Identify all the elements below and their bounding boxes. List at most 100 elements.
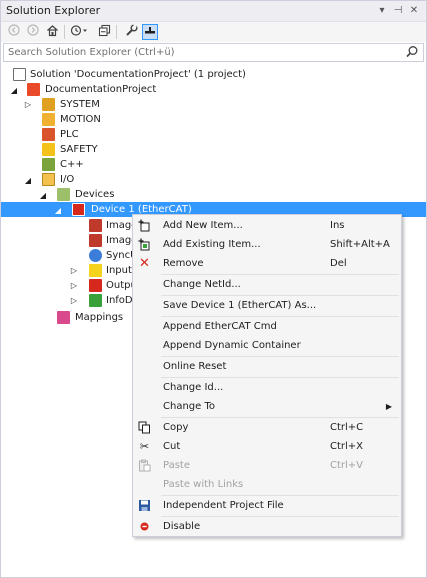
tree-node-devices[interactable]: ◢ Devices [1,187,421,202]
tree-node-label: PLC [60,129,79,140]
tree-node-label: C++ [60,159,84,170]
inputs-icon [89,264,102,277]
expanded-arrow-icon[interactable]: ◢ [53,203,63,218]
menu-item-label: Change To [163,401,215,412]
menu-item-add-existing-item[interactable]: Add Existing Item... Shift+Alt+A [134,235,400,254]
home-icon[interactable] [44,24,60,40]
tree-node-safety[interactable]: SAFETY [1,142,421,157]
collapsed-arrow-icon[interactable]: ▷ [69,278,79,293]
menu-item-paste[interactable]: Paste Ctrl+V [134,456,400,475]
forward-icon[interactable] [25,24,41,40]
menu-item-change-id[interactable]: Change Id... [134,378,400,397]
menu-item-change-netid[interactable]: Change NetId... [134,275,400,294]
menu-item-remove[interactable]: ✕ Remove Del [134,254,400,273]
tree-node-plc[interactable]: PLC [1,127,421,142]
menu-item-shortcut: Ins [330,220,345,231]
project-icon [27,83,40,96]
tree-node-label: Solution 'DocumentationProject' (1 proje… [30,69,246,80]
menu-item-append-dynamic-container[interactable]: Append Dynamic Container [134,336,400,355]
menu-item-independent-project-file[interactable]: Independent Project File [134,496,400,515]
mappings-icon [57,311,70,324]
menu-item-label: Remove [163,258,204,269]
collapse-all-icon[interactable] [96,24,112,40]
paste-icon [138,459,151,472]
outputs-icon [89,279,102,292]
menu-item-label: Append Dynamic Container [163,340,301,351]
tree-node-label: DocumentationProject [45,84,157,95]
disable-icon [138,520,151,533]
context-menu: Add New Item... Ins Add Existing Item...… [132,214,402,537]
tree-node-label: I/O [60,174,75,185]
search-box [3,43,424,62]
menu-item-copy[interactable]: Copy Ctrl+C [134,418,400,437]
tree-node-label: SYSTEM [60,99,100,110]
search-input[interactable] [4,44,399,61]
collapsed-arrow-icon[interactable]: ▷ [69,293,79,308]
devices-icon [57,188,70,201]
expanded-arrow-icon[interactable]: ◢ [23,173,33,188]
toolbar [1,22,426,42]
menu-item-label: Disable [163,521,201,532]
menu-item-paste-with-links[interactable]: Paste with Links [134,475,400,494]
menu-item-shortcut: Shift+Alt+A [330,239,390,250]
tree-node-io[interactable]: ◢ I/O [1,172,421,187]
menu-item-append-ethercat-cmd[interactable]: Append EtherCAT Cmd [134,317,400,336]
image-icon [89,219,102,232]
pin-icon[interactable]: ⊣ [391,4,405,18]
preview-selected-items-icon[interactable] [142,24,158,40]
expanded-arrow-icon[interactable]: ◢ [38,188,48,203]
tree-node-project[interactable]: ◢ DocumentationProject [1,82,421,97]
menu-item-label: Add New Item... [163,220,243,231]
search-icon[interactable] [405,45,419,59]
menu-item-shortcut: Ctrl+X [330,441,364,452]
menu-item-label: Paste with Links [163,479,244,490]
collapsed-arrow-icon[interactable]: ▷ [69,263,79,278]
safety-icon [42,143,55,156]
menu-item-label: Change Id... [163,382,224,393]
toolbar-separator [116,25,117,39]
infodata-icon [89,294,102,307]
menu-item-label: Append EtherCAT Cmd [163,321,277,332]
tree-node-motion[interactable]: MOTION [1,112,421,127]
cut-icon: ✂ [139,440,150,453]
menu-item-online-reset[interactable]: Online Reset [134,357,400,376]
properties-icon[interactable] [123,24,139,40]
image-icon [89,234,102,247]
menu-item-label: Paste [163,460,190,471]
tree-node-cpp[interactable]: C++ [1,157,421,172]
plc-icon [42,128,55,141]
tree-node-label: SAFETY [60,144,98,155]
ethercat-device-icon [72,203,85,216]
menu-item-label: Save Device 1 (EtherCAT) As... [163,300,317,311]
solution-icon [13,68,26,81]
close-icon[interactable]: ✕ [407,4,421,18]
menu-item-disable[interactable]: Disable [134,517,400,536]
menu-item-label: Cut [163,441,181,452]
menu-item-label: Online Reset [163,361,227,372]
menu-item-label: Add Existing Item... [163,239,261,250]
motion-icon [42,113,55,126]
save-file-icon [138,499,151,512]
add-existing-item-icon [138,238,151,251]
tree-node-label: Input [106,265,132,276]
collapsed-arrow-icon[interactable]: ▷ [23,97,33,112]
system-icon [42,98,55,111]
menu-item-shortcut: Ctrl+C [330,422,364,433]
expanded-arrow-icon[interactable]: ◢ [9,83,19,98]
tree-node-system[interactable]: ▷ SYSTEM [1,97,421,112]
window-dropdown-icon[interactable]: ▾ [375,4,389,18]
add-new-item-icon [138,219,151,232]
tree-node-label: MOTION [60,114,101,125]
io-icon [42,173,55,186]
back-icon[interactable] [6,24,22,40]
tree-node-solution[interactable]: Solution 'DocumentationProject' (1 proje… [1,67,421,82]
title-bar: Solution Explorer ▾ ⊣ ✕ [1,1,426,22]
menu-item-save-device-as[interactable]: Save Device 1 (EtherCAT) As... [134,296,400,315]
menu-item-add-new-item[interactable]: Add New Item... Ins [134,216,400,235]
pending-changes-filter-icon[interactable] [69,24,91,40]
submenu-arrow-icon: ▶ [385,402,392,411]
tree-node-label: Mappings [75,312,124,323]
menu-item-change-to[interactable]: Change To ▶ [134,397,400,416]
menu-item-cut[interactable]: ✂ Cut Ctrl+X [134,437,400,456]
menu-item-shortcut: Del [330,258,347,269]
